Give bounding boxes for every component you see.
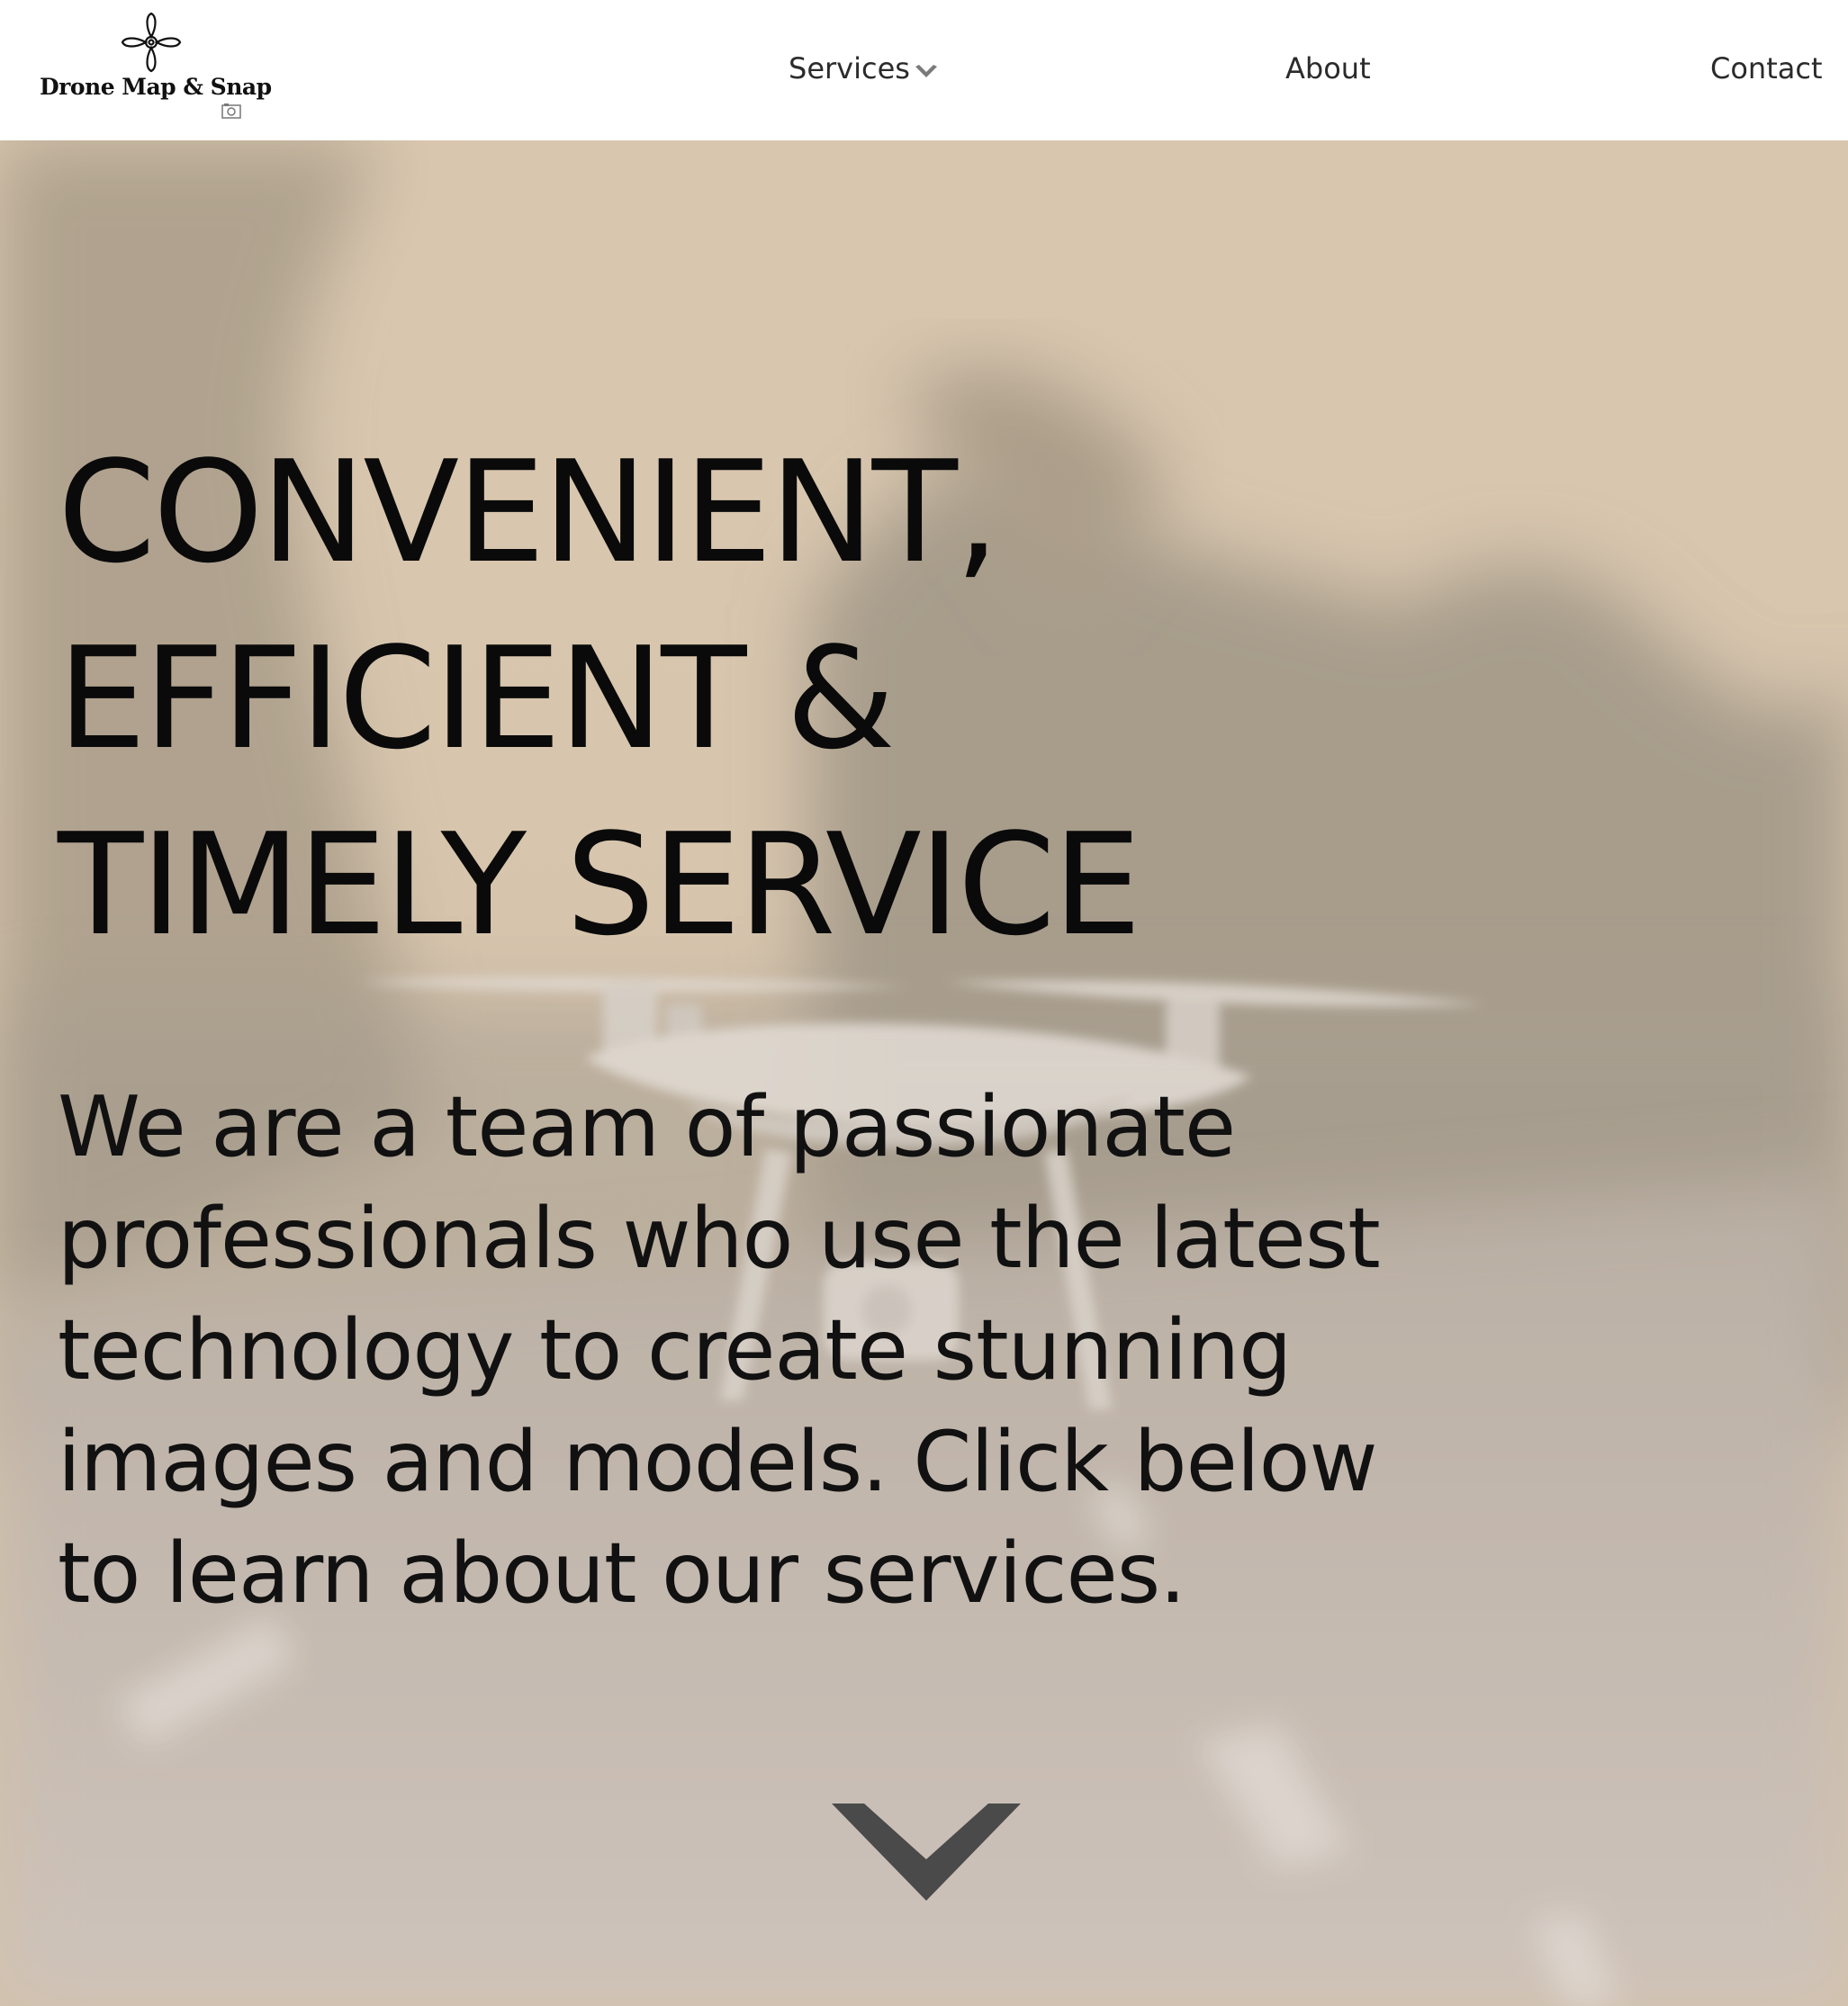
chevron-down-icon [915, 65, 937, 77]
hero-section: CONVENIENT, EFFICIENT & TIMELY SERVICE W… [0, 140, 1848, 2006]
camera-icon [221, 103, 241, 119]
hero-title-line: TIMELY SERVICE [58, 803, 1141, 967]
logo-link[interactable]: Drone Map & Snap [40, 11, 272, 121]
nav-services-label: Services [789, 51, 910, 85]
hero-title-line: EFFICIENT & [58, 616, 896, 780]
site-header: Drone Map & Snap Services About Contact [0, 0, 1848, 140]
hero-title: CONVENIENT, EFFICIENT & TIMELY SERVICE [58, 419, 1408, 978]
drone-propeller-icon [121, 12, 182, 73]
hero-description-line: professionals who use the latest [58, 1190, 1381, 1287]
page: Drone Map & Snap Services About Contact [0, 0, 1848, 2006]
nav-contact[interactable]: Contact [1710, 50, 1823, 86]
nav-services[interactable]: Services [789, 50, 939, 86]
hero-description-line: technology to create stunning [58, 1301, 1292, 1399]
hero-description-line: images and models. Click below [58, 1413, 1378, 1510]
scroll-down-chevron-icon[interactable] [832, 1804, 1021, 1901]
nav-contact-label: Contact [1710, 51, 1823, 85]
nav-about-label: About [1285, 51, 1371, 85]
hero-title-line: CONVENIENT, [58, 430, 1000, 594]
logo-text: Drone Map & Snap [40, 74, 272, 100]
hero-description: We are a team of passionate professional… [58, 1071, 1381, 1629]
hero-description-line: to learn about our services. [58, 1525, 1186, 1622]
hero-description-line: We are a team of passionate [58, 1078, 1236, 1175]
nav-about[interactable]: About [1285, 50, 1371, 86]
